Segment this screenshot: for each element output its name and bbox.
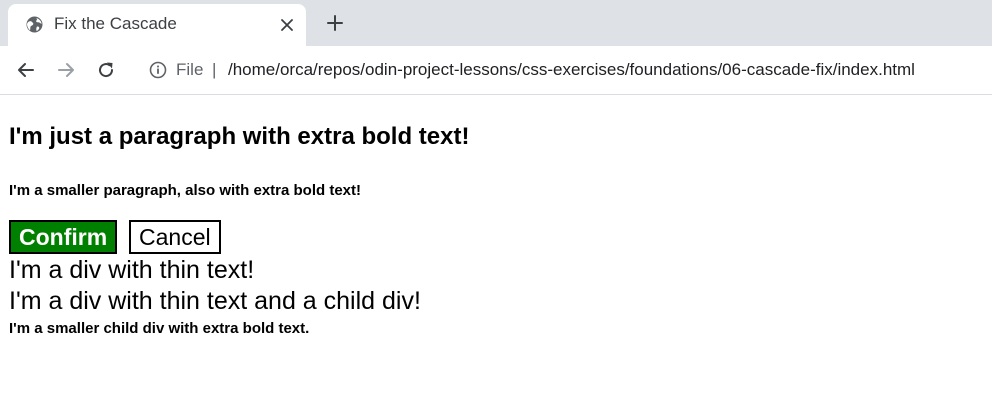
arrow-right-icon[interactable] — [54, 58, 78, 82]
tab-strip: Fix the Cascade — [0, 0, 992, 46]
reload-icon[interactable] — [94, 58, 118, 82]
div-thin-text: I'm a div with thin text! — [9, 256, 255, 284]
url-text[interactable]: /home/orca/repos/odin-project-lessons/cs… — [228, 60, 915, 80]
browser-toolbar: File | /home/orca/repos/odin-project-les… — [0, 46, 992, 95]
plus-icon[interactable] — [322, 10, 348, 36]
info-icon[interactable] — [149, 61, 167, 79]
arrow-left-icon[interactable] — [14, 58, 38, 82]
page-content: I'm just a paragraph with extra bold tex… — [0, 95, 992, 419]
globe-icon — [26, 16, 43, 33]
div-child-bold: I'm a smaller child div with extra bold … — [9, 320, 310, 337]
paragraph-extra-bold: I'm just a paragraph with extra bold tex… — [9, 123, 470, 150]
close-icon[interactable] — [278, 16, 296, 34]
browser-tab[interactable]: Fix the Cascade — [8, 4, 306, 46]
url-separator: | — [212, 60, 217, 79]
div-thin-text-parent: I'm a div with thin text and a child div… — [9, 287, 421, 315]
confirm-button[interactable]: Confirm — [9, 220, 118, 254]
url-scheme-label: File — [176, 60, 204, 79]
cancel-button[interactable]: Cancel — [129, 220, 221, 254]
tab-title: Fix the Cascade — [54, 14, 177, 33]
paragraph-small-bold: I'm a smaller paragraph, also with extra… — [9, 182, 362, 199]
address-bar[interactable]: File | /home/orca/repos/odin-project-les… — [136, 52, 992, 88]
